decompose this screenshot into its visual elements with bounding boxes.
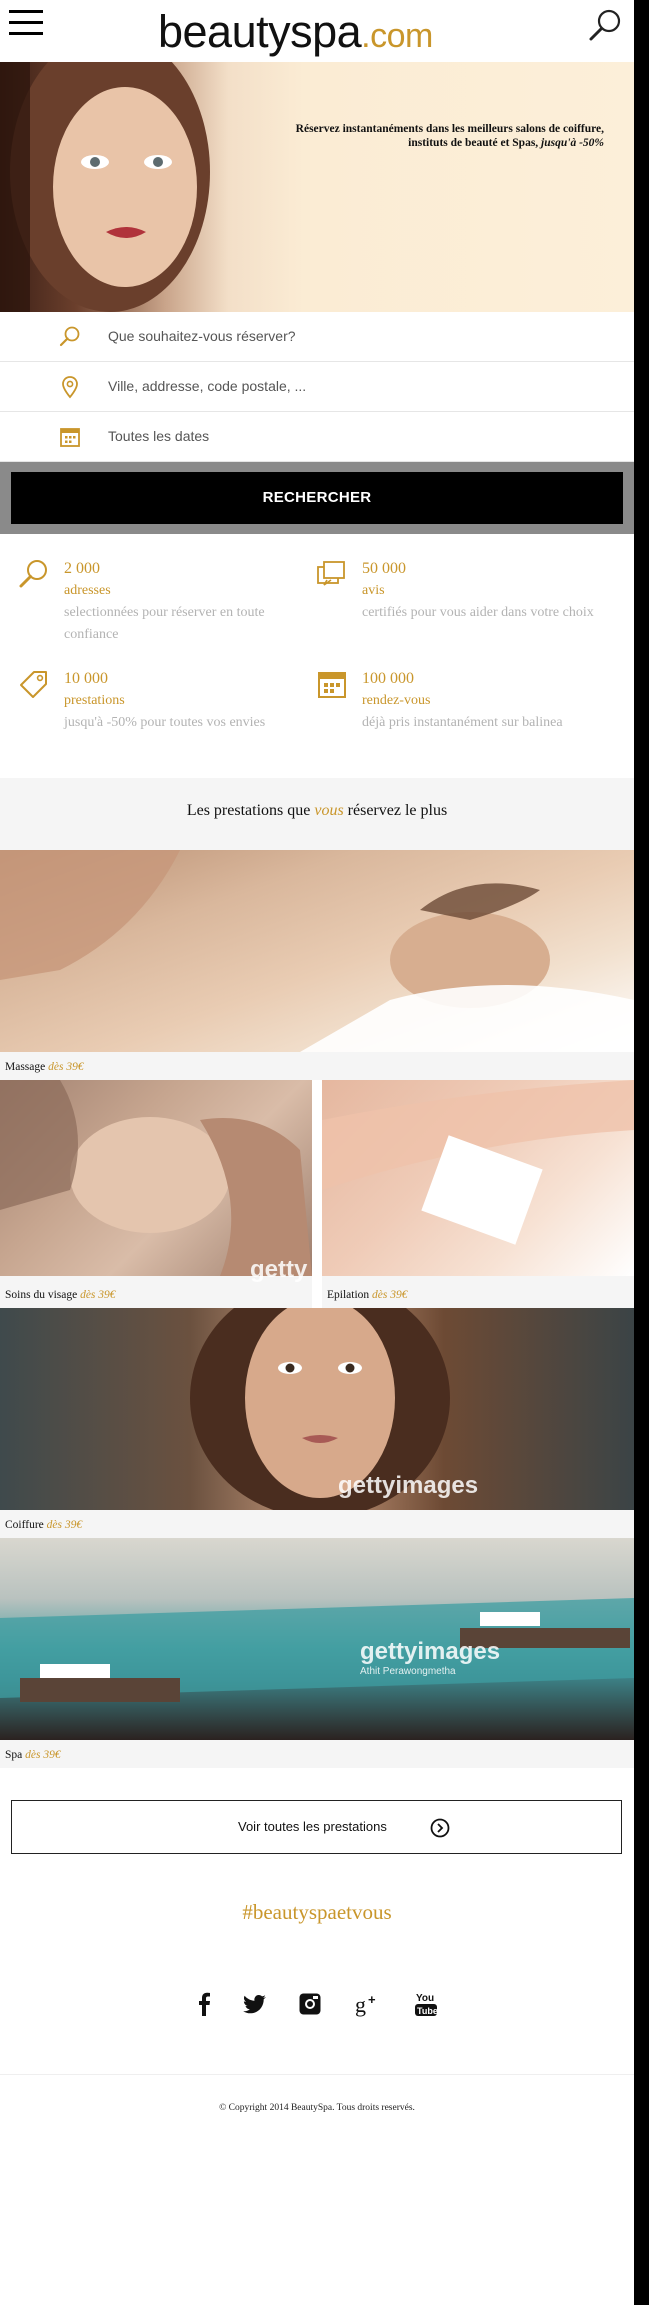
magnifier-icon [58,325,82,349]
prestation-price: dès 39€ [80,1289,116,1301]
watermark-text: gettyimages [360,1638,501,1665]
search-bar: RECHERCHER [0,462,634,534]
hashtag: #beautyspaetvous [242,1900,392,1924]
prestation-price: dès 39€ [25,1749,61,1761]
prestation-price: dès 39€ [372,1289,408,1301]
hero-tagline: Réservez instantanéments dans les meille… [274,122,604,150]
facebook-icon[interactable] [196,1990,212,2018]
prestation-name: Coiffure [5,1519,44,1531]
soins-visage-image: getty [0,1080,312,1283]
location-pin-icon [58,375,82,399]
logo-main: beautyspa [158,6,362,57]
stat-description: selectionnées pour réserver en toute con… [64,605,265,642]
prestation-name: Soins du visage [5,1289,78,1301]
prestation-card-spa[interactable]: gettyimages Athit Perawongmetha Spa dès … [0,1538,634,1768]
watermark: gettyimages [338,1472,479,1499]
stat-label: adresses [64,583,111,598]
hero-model-image [0,62,210,312]
prestation-caption: Coiffure dès 39€ [5,1519,82,1531]
massage-image [0,850,634,1052]
prestation-card-massage[interactable]: Massage dès 39€ [0,850,634,1080]
prestation-caption: Spa dès 39€ [5,1749,61,1761]
header: beautyspa.com [0,0,634,62]
hamburger-menu-icon[interactable] [9,10,43,36]
prestation-caption: Soins du visage dès 39€ [5,1289,116,1301]
footer-divider [0,2074,634,2075]
stat-label: rendez-vous [362,693,431,708]
hero-line-2: instituts de beauté et Spas, [408,137,539,149]
reviews-icon [316,558,348,590]
stat-number: 50 000 [362,560,406,577]
see-all-label: Voir toutes les prestations [238,1819,387,1834]
page: beautyspa.com Réservez instantanéments d… [0,0,634,2305]
svg-text:+: + [368,1992,376,2007]
prestation-caption: Epilation dès 39€ [327,1289,408,1301]
prestations-header: Les prestations que vous réservez le plu… [0,778,634,850]
search-icon[interactable] [588,8,624,44]
scrollbar[interactable] [634,0,649,2305]
stat-label: avis [362,583,385,598]
title-emphasis: vous [314,802,344,819]
hero-line-1: Réservez instantanéments dans les meille… [295,123,604,135]
copyright: © Copyright 2014 BeautySpa. Tous droits … [219,2103,415,2113]
watermark-credit: Athit Perawongmetha [360,1666,456,1677]
svg-text:Tube: Tube [417,2006,438,2016]
prestation-caption: Massage dès 39€ [5,1061,84,1073]
title-suffix: réservez le plus [347,802,448,819]
twitter-icon[interactable] [243,1990,267,2018]
epilation-image [322,1080,634,1276]
arrow-right-circle-icon [430,1818,450,1838]
stat-description: certifiés pour vous aider dans votre cho… [362,605,594,620]
search-icon [18,558,50,590]
prestation-name: Epilation [327,1289,370,1301]
see-all-prestations-button[interactable]: Voir toutes les prestations [11,1800,622,1854]
when-input[interactable]: Toutes les dates [108,428,209,444]
svg-text:g: g [355,1992,366,2017]
stat-description: jusqu'à -50% pour toutes vos envies [64,715,266,730]
stat-number: 10 000 [64,670,108,687]
what-field[interactable]: Que souhaitez-vous réserver? [0,312,634,362]
calendar-icon [316,668,348,700]
coiffure-image: gettyimages [0,1308,634,1510]
title-prefix: Les prestations que [186,802,311,819]
svg-text:You: You [416,1993,434,2004]
prestation-price: dès 39€ [46,1519,83,1531]
hero-discount: jusqu'à -50% [541,137,604,149]
stats-section: 2 000 adresses selectionnées pour réserv… [0,534,634,778]
hero-banner: Réservez instantanéments dans les meille… [0,62,634,312]
youtube-icon[interactable]: You Tube [414,1990,438,2018]
what-input[interactable]: Que souhaitez-vous réserver? [108,328,296,344]
section-title: Les prestations que vous réservez le plu… [0,802,634,820]
spa-image: gettyimages Athit Perawongmetha [0,1538,634,1740]
prestation-card-epilation[interactable]: Epilation dès 39€ [322,1080,634,1308]
watermark: gettyimages Athit Perawongmetha [360,1638,500,1677]
price-tag-icon [18,668,50,700]
logo-domain: .com [361,17,433,55]
where-field[interactable]: Ville, addresse, code postale, ... [0,362,634,412]
stat-number: 100 000 [362,670,414,687]
prestation-card-soins-du-visage[interactable]: getty Soins du visage dès 39€ [0,1080,312,1308]
stat-number: 2 000 [64,560,100,577]
when-field[interactable]: Toutes les dates [0,412,634,462]
watermark: getty [250,1256,308,1283]
google-plus-icon[interactable]: g + [355,1990,381,2018]
stat-label: prestations [64,693,125,708]
prestation-card-coiffure[interactable]: gettyimages Coiffure dès 39€ [0,1308,634,1538]
prestation-price: dès 39€ [48,1061,84,1073]
prestation-name: Massage [5,1061,46,1073]
stat-description: déjà pris instantanément sur balinea [362,715,563,730]
instagram-icon[interactable] [298,1990,322,2018]
prestation-name: Spa [5,1749,23,1761]
search-button[interactable]: RECHERCHER [11,472,623,524]
logo[interactable]: beautyspa.com [158,6,433,62]
where-input[interactable]: Ville, addresse, code postale, ... [108,378,306,394]
calendar-icon [58,425,82,449]
